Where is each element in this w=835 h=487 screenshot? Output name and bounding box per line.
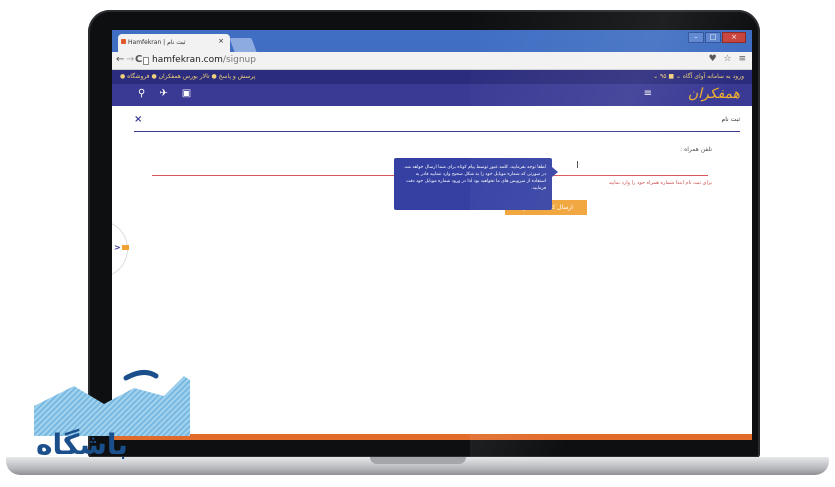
site-logo[interactable]: همفکران xyxy=(688,86,740,102)
back-icon[interactable]: ← xyxy=(116,54,124,65)
new-tab-button[interactable] xyxy=(229,38,257,52)
reload-icon[interactable]: C xyxy=(135,54,142,65)
footer-bar xyxy=(112,434,752,440)
top-links[interactable]: پرسش و پاسخ ● تالار بورس همفکران ● فروشگ… xyxy=(120,73,255,80)
page-icon xyxy=(143,57,149,65)
site-header: همفکران ≡ ⚲ ✈ ▣ xyxy=(112,84,752,106)
address-bar: ← → C hamfekran.com/signup ♥ ☆ ≡ xyxy=(112,52,752,70)
page-title: ثبت نام xyxy=(721,116,741,123)
browser-tab-bar: Hamfekran | ثبت نام × – □ × xyxy=(112,30,752,52)
url-field[interactable]: hamfekran.com/signup xyxy=(152,55,256,65)
header-icons: ⚲ ✈ ▣ xyxy=(138,88,191,99)
forward-icon[interactable]: → xyxy=(126,54,134,65)
bookmark-icons[interactable]: ♥ ☆ ≡ xyxy=(709,54,748,64)
laptop-notch xyxy=(370,457,466,464)
media-icon[interactable]: ▣ xyxy=(182,88,191,99)
login-link[interactable]: ورود به سامانه آوای آگاه ⌄ ■ ۹۵ ⌄ xyxy=(653,73,744,80)
menu-icon[interactable]: ≡ xyxy=(644,88,652,99)
site-top-strip: ورود به سامانه آوای آگاه ⌄ ■ ۹۵ ⌄ پرسش و… xyxy=(112,70,752,84)
watermark-text: باشگاه xyxy=(36,428,128,461)
laptop-screen: Hamfekran | ثبت نام × – □ × ← → C hamfek… xyxy=(112,30,752,440)
tab-close-icon[interactable]: × xyxy=(218,37,224,45)
window-close-button[interactable]: × xyxy=(722,32,746,43)
tab-title: Hamfekran | ثبت نام xyxy=(128,39,186,46)
watermark-logo: باشگاه xyxy=(34,366,190,464)
window-controls: – □ × xyxy=(688,32,746,43)
favicon-icon xyxy=(121,39,126,44)
mail-icon xyxy=(122,245,129,250)
close-icon[interactable]: × xyxy=(134,114,142,125)
side-panel-handle[interactable]: > xyxy=(112,220,129,278)
phone-label: تلفن همراه : xyxy=(680,146,712,153)
search-icon[interactable]: ⚲ xyxy=(138,88,145,99)
phone-tooltip: لطفا توجه بفرمایید، کلمه عبور توسط پیام … xyxy=(394,158,558,210)
url-host: hamfekran.com xyxy=(152,55,223,65)
url-path: /signup xyxy=(222,55,256,65)
text-cursor-icon: I xyxy=(576,160,579,171)
send-icon[interactable]: ✈ xyxy=(159,88,167,99)
page-header: ثبت نام × xyxy=(134,112,740,132)
phone-hint: برای ثبت نام ابتدا شماره همراه خود را وا… xyxy=(608,180,712,186)
chevron-right-icon: > xyxy=(114,243,121,252)
minimize-button[interactable]: – xyxy=(688,32,704,43)
maximize-button[interactable]: □ xyxy=(705,32,721,43)
browser-tab[interactable]: Hamfekran | ثبت نام × xyxy=(118,34,230,52)
laptop-scene: Hamfekran | ثبت نام × – □ × ← → C hamfek… xyxy=(0,0,835,487)
